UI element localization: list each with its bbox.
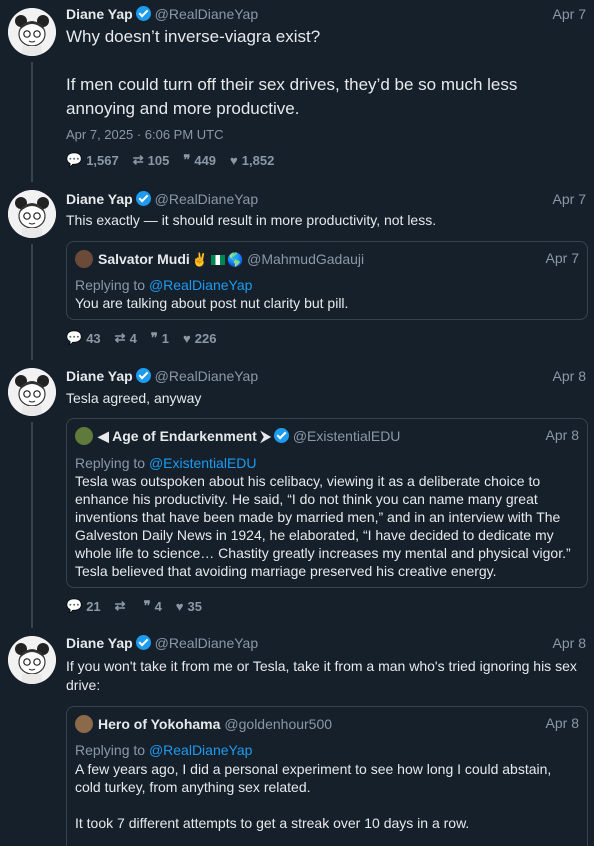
thread-line — [31, 62, 33, 182]
tweet-1[interactable]: Diane Yap @RealDianeYap Apr 7 Why doesn’t… — [0, 0, 594, 182]
tweet-text: Tesla agreed, anyway — [66, 390, 202, 406]
victory-hand-icon: ✌ — [191, 252, 208, 267]
tweet-2[interactable]: Diane Yap @RealDianeYap Apr 7 This exactl… — [0, 182, 594, 360]
retweet-count[interactable]: ⇄ 4 — [115, 330, 137, 346]
replying-to-link[interactable]: @RealDianeYap — [149, 742, 252, 758]
tweet-text: This exactly — it should result in more … — [66, 212, 437, 228]
heart-icon: ♥ — [230, 152, 238, 168]
thread-line — [31, 422, 33, 628]
avatar[interactable] — [8, 190, 56, 238]
quote-author-handle: @goldenhour500 — [224, 716, 333, 732]
tweet-header: Diane Yap @RealDianeYap Apr 8 — [66, 368, 586, 386]
quote-date: Apr 8 — [545, 427, 579, 443]
tweet-3[interactable]: Diane Yap @RealDianeYap Apr 8 Tesla agree… — [0, 360, 594, 628]
author-handle[interactable]: @RealDianeYap — [155, 6, 258, 22]
avatar[interactable] — [8, 636, 56, 684]
reply-count[interactable]: 💬 21 — [66, 598, 101, 614]
quote-header: Salvator Mudi ✌ 🌎 @MahmudGadauji Apr 7 — [75, 250, 579, 268]
quote-replying-to: Replying to @ExistentialEDU — [75, 455, 257, 471]
globe-icon: 🌎 — [226, 252, 244, 267]
verified-badge-icon — [135, 368, 151, 383]
quote-avatar — [75, 427, 93, 445]
retweet-count[interactable]: ⇄ — [115, 598, 130, 614]
author-name[interactable]: Diane Yap — [66, 6, 133, 22]
verified-badge-icon — [135, 191, 151, 206]
quote-count[interactable]: ❞ 4 — [144, 598, 162, 614]
tweet-stats: 💬 43 ⇄ 4 ❞ 1 ♥ 226 — [66, 330, 216, 346]
tweet-date[interactable]: Apr 8 — [553, 368, 586, 384]
retweet-icon: ⇄ — [114, 330, 126, 345]
tweet-date[interactable]: Apr 8 — [553, 635, 586, 651]
tweet-header: Diane Yap @RealDianeYap Apr 7 — [66, 6, 586, 24]
quote-text: Tesla was outspoken about his celibacy, … — [75, 473, 575, 579]
quoted-tweet[interactable]: Salvator Mudi ✌ 🌎 @MahmudGadauji Apr 7 Repl… — [66, 241, 588, 320]
quoted-tweet[interactable]: ◀ Age of Endarkenment ⮞ @ExistentialEDU A… — [66, 418, 588, 588]
author-name[interactable]: Diane Yap — [66, 191, 133, 207]
retweet-icon: ⇄ — [114, 598, 126, 613]
quote-count[interactable]: ❞ 1 — [151, 330, 169, 346]
reply-count[interactable]: 💬 43 — [66, 330, 101, 346]
retweet-icon: ⇄ — [132, 152, 144, 167]
avatar[interactable] — [8, 8, 56, 56]
author-handle[interactable]: @RealDianeYap — [155, 635, 258, 651]
comment-icon: 💬 — [66, 152, 83, 167]
tweet-text: Why doesn’t inverse-viagra exist? If men… — [66, 27, 518, 118]
tweet-timestamp[interactable]: Apr 7, 2025 · 6:06 PM UTC — [66, 127, 224, 142]
comment-icon: 💬 — [66, 598, 83, 613]
heart-icon: ♥ — [183, 330, 191, 346]
author-handle[interactable]: @RealDianeYap — [155, 191, 258, 207]
like-count[interactable]: ♥ 1,852 — [230, 152, 274, 168]
thread-line — [31, 244, 33, 360]
author-name[interactable]: Diane Yap — [66, 635, 133, 651]
tweet-header: Diane Yap @RealDianeYap Apr 8 — [66, 635, 586, 653]
reply-count[interactable]: 💬 1,567 — [66, 152, 119, 168]
quote-replying-to: Replying to @RealDianeYap — [75, 277, 253, 293]
comment-icon: 💬 — [66, 330, 83, 345]
quote-text: A few years ago, I did a personal experi… — [75, 761, 552, 831]
tweet-date[interactable]: Apr 7 — [553, 191, 586, 207]
nigeria-flag-icon — [210, 255, 225, 265]
quote-avatar — [75, 250, 93, 268]
quote-avatar — [75, 715, 93, 733]
quote-date: Apr 8 — [545, 715, 579, 731]
quote-author-name: Salvator Mudi — [98, 251, 190, 267]
tweet-stats: 💬 21 ⇄ ❞ 4 ♥ 35 — [66, 598, 202, 614]
quote-author-name: ◀ Age of Endarkenment ⮞ — [98, 428, 271, 444]
verified-badge-icon — [273, 428, 289, 443]
tweet-4[interactable]: Diane Yap @RealDianeYap Apr 8 If you won'… — [0, 628, 594, 846]
replying-to-link[interactable]: @ExistentialEDU — [149, 455, 257, 471]
author-handle[interactable]: @RealDianeYap — [155, 368, 258, 384]
quote-author-name: Hero of Yokohama — [98, 716, 221, 732]
verified-badge-icon — [135, 6, 151, 21]
quote-icon: ❞ — [150, 330, 158, 345]
verified-badge-icon — [135, 635, 151, 650]
like-count[interactable]: ♥ 35 — [176, 598, 202, 614]
quote-header: ◀ Age of Endarkenment ⮞ @ExistentialEDU A… — [75, 427, 579, 445]
quote-count[interactable]: ❞ 449 — [183, 152, 216, 168]
tweet-text: If you won't take it from me or Tesla, t… — [66, 658, 581, 693]
quote-author-handle: @ExistentialEDU — [292, 428, 401, 444]
quote-icon: ❞ — [143, 598, 151, 613]
replying-to-link[interactable]: @RealDianeYap — [149, 277, 252, 293]
quote-text: You are talking about post nut clarity b… — [75, 295, 349, 311]
tweet-date[interactable]: Apr 7 — [553, 6, 586, 22]
author-name[interactable]: Diane Yap — [66, 368, 133, 384]
quoted-tweet[interactable]: Hero of Yokohama @goldenhour500 Apr 8 Rep… — [66, 706, 588, 846]
avatar[interactable] — [8, 368, 56, 416]
heart-icon: ♥ — [175, 598, 184, 614]
like-count[interactable]: ♥ 226 — [183, 330, 216, 346]
quote-date: Apr 7 — [545, 250, 579, 266]
tweet-header: Diane Yap @RealDianeYap Apr 7 — [66, 191, 586, 209]
tweet-stats: 💬 1,567 ⇄ 105 ❞ 449 ♥ 1,852 — [66, 152, 274, 168]
quote-icon: ❞ — [183, 152, 191, 167]
quote-author-handle: @MahmudGadauji — [247, 251, 365, 267]
quote-replying-to: Replying to @RealDianeYap — [75, 742, 253, 758]
quote-header: Hero of Yokohama @goldenhour500 Apr 8 — [75, 715, 579, 733]
retweet-count[interactable]: ⇄ 105 — [133, 152, 170, 168]
